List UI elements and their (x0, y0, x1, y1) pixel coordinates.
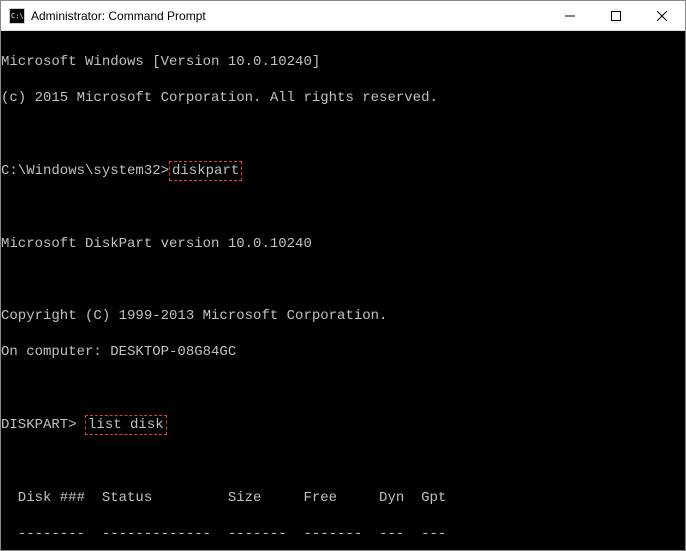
output-line: Microsoft Windows [Version 10.0.10240] (1, 53, 685, 71)
output-line: Copyright (C) 1999-2013 Microsoft Corpor… (1, 307, 685, 325)
window-controls (547, 1, 685, 30)
prompt-path: C:\Windows\system32> (1, 163, 169, 179)
blank-line (1, 453, 685, 471)
table-separator: -------- ------------- ------- ------- -… (1, 525, 685, 543)
terminal-area[interactable]: Microsoft Windows [Version 10.0.10240] (… (1, 31, 685, 550)
blank-line (1, 199, 685, 217)
prompt-line: DISKPART> list disk (1, 415, 685, 435)
minimize-button[interactable] (547, 1, 593, 30)
svg-text:C:\: C:\ (11, 12, 24, 20)
prompt-line: C:\Windows\system32>diskpart (1, 161, 685, 181)
window-title: Administrator: Command Prompt (31, 9, 547, 23)
blank-line (1, 125, 685, 143)
output-line: Microsoft DiskPart version 10.0.10240 (1, 235, 685, 253)
command-diskpart: diskpart (169, 161, 242, 181)
diskpart-prompt: DISKPART> (1, 417, 85, 433)
close-button[interactable] (639, 1, 685, 30)
cmd-icon: C:\ (9, 8, 25, 24)
command-list-disk: list disk (85, 415, 167, 435)
blank-line (1, 379, 685, 397)
command-prompt-window: C:\ Administrator: Command Prompt Micros… (0, 0, 686, 551)
table-header: Disk ### Status Size Free Dyn Gpt (1, 489, 685, 507)
blank-line (1, 271, 685, 289)
maximize-button[interactable] (593, 1, 639, 30)
output-line: (c) 2015 Microsoft Corporation. All righ… (1, 89, 685, 107)
titlebar[interactable]: C:\ Administrator: Command Prompt (1, 1, 685, 31)
output-line: On computer: DESKTOP-08G84GC (1, 343, 685, 361)
